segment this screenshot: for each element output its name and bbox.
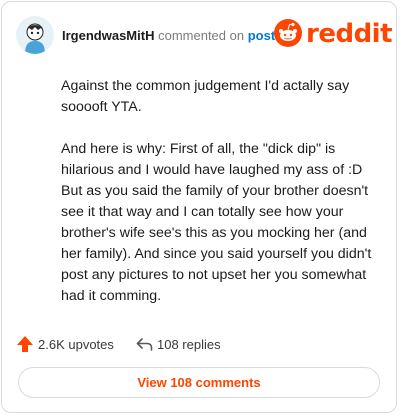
comment-paragraph-2: And here is why: First of all, the "dick… <box>61 141 372 304</box>
reddit-wordmark: reddit <box>306 19 393 49</box>
username-link[interactable]: IrgendwasMitH <box>62 28 154 43</box>
comment-header: IrgendwasMitH commented on post reddit <box>16 16 393 56</box>
reddit-logo-icon <box>274 19 302 47</box>
comment-paragraph-1: Against the common judgement I'd actally… <box>61 78 350 115</box>
post-link[interactable]: post <box>248 28 275 43</box>
comment-byline: IrgendwasMitH commented on post <box>62 28 275 43</box>
view-comments-button[interactable]: View 108 comments <box>18 367 380 398</box>
avatar-icon <box>16 16 54 54</box>
upvote-arrow-icon <box>17 336 33 352</box>
user-avatar[interactable] <box>16 16 54 54</box>
upvote-count: 2.6K upvotes <box>38 337 114 352</box>
comment-card: IrgendwasMitH commented on post reddit A… <box>1 1 397 413</box>
comment-footer: 2.6K upvotes 108 replies <box>16 334 386 356</box>
commented-on-text: commented on <box>158 28 245 43</box>
reply-arrow-icon <box>136 338 153 351</box>
comment-body: Against the common judgement I'd actally… <box>61 76 387 328</box>
reply-count: 108 replies <box>157 337 221 352</box>
reddit-brand[interactable]: reddit <box>274 19 393 51</box>
